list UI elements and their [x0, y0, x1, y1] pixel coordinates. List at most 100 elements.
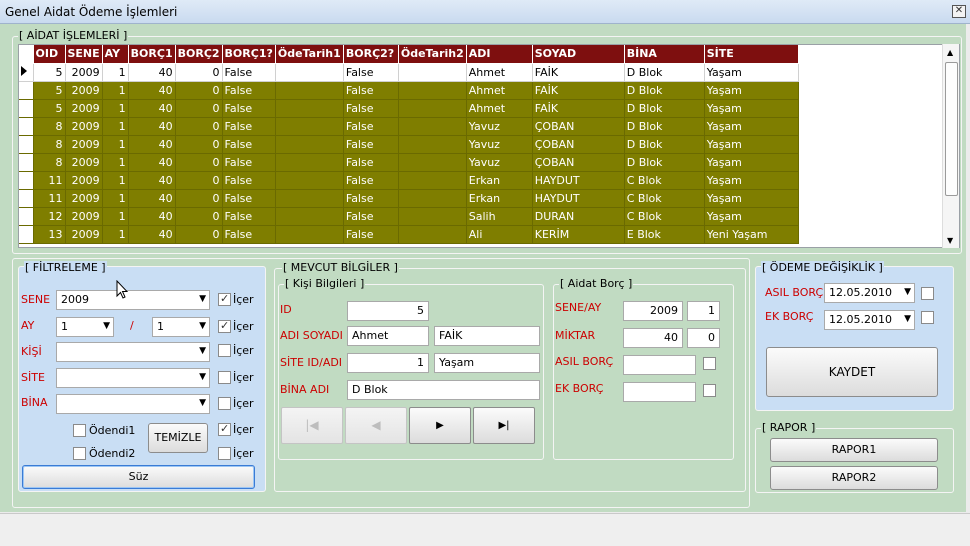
- table-cell[interactable]: 2009: [65, 171, 103, 190]
- rapor1-button[interactable]: RAPOR1: [770, 438, 938, 462]
- table-cell[interactable]: False: [343, 171, 399, 190]
- table-cell[interactable]: [275, 189, 344, 208]
- table-cell[interactable]: 2009: [65, 99, 103, 118]
- table-cell[interactable]: [398, 171, 467, 190]
- table-cell[interactable]: 0: [175, 153, 223, 172]
- table-cell[interactable]: 40: [128, 171, 176, 190]
- table-cell[interactable]: [275, 63, 344, 82]
- ek-borc-date-picker[interactable]: 12.05.2010 ▼: [824, 310, 915, 330]
- table-row[interactable]: 13 2009 1 40 0 False False Ali KERİM E Blok Yeni Y…: [19, 225, 799, 244]
- grid-column-header[interactable]: BORÇ2: [175, 45, 223, 64]
- table-cell[interactable]: False: [343, 153, 399, 172]
- kisi-icer-checkbox[interactable]: [218, 344, 231, 357]
- site-adi-field[interactable]: Yaşam: [434, 353, 540, 373]
- table-cell[interactable]: 5: [33, 63, 66, 82]
- table-cell[interactable]: D Blok: [624, 135, 705, 154]
- table-cell[interactable]: False: [222, 135, 276, 154]
- table-row[interactable]: 11 2009 1 40 0 False False Erkan HAYDUT C Blok Yaş…: [19, 171, 799, 190]
- table-cell[interactable]: 11: [33, 171, 66, 190]
- row-selector[interactable]: [19, 171, 34, 190]
- grid-column-header[interactable]: AY: [102, 45, 129, 64]
- table-cell[interactable]: DURAN: [532, 207, 625, 226]
- table-cell[interactable]: [398, 81, 467, 100]
- table-cell[interactable]: Ahmet: [466, 81, 533, 100]
- table-cell[interactable]: [275, 207, 344, 226]
- table-cell[interactable]: ÇOBAN: [532, 135, 625, 154]
- table-cell[interactable]: 1: [102, 81, 129, 100]
- table-cell[interactable]: 0: [175, 225, 223, 244]
- sene-icer-checkbox[interactable]: [218, 292, 231, 306]
- table-cell[interactable]: Yaşam: [704, 81, 799, 100]
- rapor2-button[interactable]: RAPOR2: [770, 466, 938, 490]
- table-cell[interactable]: Ali: [466, 225, 533, 244]
- soyadi-field[interactable]: FAİK: [434, 326, 540, 346]
- table-cell[interactable]: 8: [33, 135, 66, 154]
- table-cell[interactable]: 0: [175, 81, 223, 100]
- table-cell[interactable]: Yaşam: [704, 189, 799, 208]
- grid-column-header[interactable]: ÖdeTarih2: [398, 45, 467, 64]
- table-cell[interactable]: [275, 171, 344, 190]
- nav-first-button[interactable]: |◀: [281, 407, 343, 444]
- table-cell[interactable]: Yaşam: [704, 63, 799, 82]
- table-cell[interactable]: 1: [102, 225, 129, 244]
- table-cell[interactable]: False: [343, 99, 399, 118]
- ay-end-combo[interactable]: 1 ▼: [152, 317, 210, 337]
- temizle-button[interactable]: TEMİZLE: [148, 423, 208, 453]
- suz-button[interactable]: Süz: [22, 465, 255, 489]
- ek-borc-field[interactable]: [623, 382, 696, 402]
- nav-prev-button[interactable]: ◀: [345, 407, 407, 444]
- table-cell[interactable]: 2009: [65, 135, 103, 154]
- table-cell[interactable]: Yaşam: [704, 117, 799, 136]
- table-row[interactable]: 5 2009 1 40 0 False False Ahmet FAİK D Blok Yaşam: [19, 63, 799, 82]
- table-cell[interactable]: KERİM: [532, 225, 625, 244]
- table-cell[interactable]: Ahmet: [466, 99, 533, 118]
- table-cell[interactable]: 2009: [65, 225, 103, 244]
- table-cell[interactable]: Yavuz: [466, 135, 533, 154]
- site-id-field[interactable]: 1: [347, 353, 429, 373]
- borc-ay-field[interactable]: 1: [687, 301, 720, 321]
- grid-column-header[interactable]: SENE: [65, 45, 103, 64]
- table-row[interactable]: 8 2009 1 40 0 False False Yavuz ÇOBAN D Blok Yaşam: [19, 153, 799, 172]
- nav-next-button[interactable]: ▶: [409, 407, 471, 444]
- table-cell[interactable]: [275, 135, 344, 154]
- table-cell[interactable]: 8: [33, 117, 66, 136]
- table-cell[interactable]: False: [222, 207, 276, 226]
- table-cell[interactable]: Yaşam: [704, 207, 799, 226]
- table-cell[interactable]: False: [222, 171, 276, 190]
- table-cell[interactable]: False: [222, 189, 276, 208]
- scroll-down-icon[interactable]: ▼: [947, 236, 953, 245]
- row-selector[interactable]: [19, 117, 34, 136]
- table-cell[interactable]: False: [222, 63, 276, 82]
- grid-column-header[interactable]: SOYAD: [532, 45, 625, 64]
- table-cell[interactable]: 0: [175, 207, 223, 226]
- table-cell[interactable]: [398, 207, 467, 226]
- table-cell[interactable]: 2009: [65, 207, 103, 226]
- table-cell[interactable]: D Blok: [624, 153, 705, 172]
- odeme-asil-checkbox[interactable]: [921, 287, 934, 300]
- table-cell[interactable]: 0: [175, 117, 223, 136]
- table-cell[interactable]: 40: [128, 99, 176, 118]
- table-cell[interactable]: False: [343, 189, 399, 208]
- table-cell[interactable]: [398, 117, 467, 136]
- grid-column-header[interactable]: BORÇ1?: [222, 45, 276, 64]
- table-cell[interactable]: False: [222, 225, 276, 244]
- table-cell[interactable]: 1: [102, 117, 129, 136]
- row-selector[interactable]: [19, 81, 34, 100]
- table-cell[interactable]: False: [343, 135, 399, 154]
- table-cell[interactable]: [398, 135, 467, 154]
- table-cell[interactable]: [275, 81, 344, 100]
- table-cell[interactable]: [398, 225, 467, 244]
- table-cell[interactable]: 1: [102, 63, 129, 82]
- table-cell[interactable]: Erkan: [466, 189, 533, 208]
- table-cell[interactable]: [275, 99, 344, 118]
- table-cell[interactable]: [275, 153, 344, 172]
- table-row[interactable]: 12 2009 1 40 0 False False Salih DURAN C Blok Yaşa…: [19, 207, 799, 226]
- table-cell[interactable]: 5: [33, 81, 66, 100]
- row-selector[interactable]: [19, 225, 34, 244]
- nav-last-button[interactable]: ▶|: [473, 407, 535, 444]
- bina-adi-field[interactable]: D Blok: [347, 380, 540, 400]
- table-cell[interactable]: 0: [175, 135, 223, 154]
- row-selector[interactable]: [19, 99, 34, 118]
- table-cell[interactable]: False: [222, 81, 276, 100]
- table-cell[interactable]: False: [343, 81, 399, 100]
